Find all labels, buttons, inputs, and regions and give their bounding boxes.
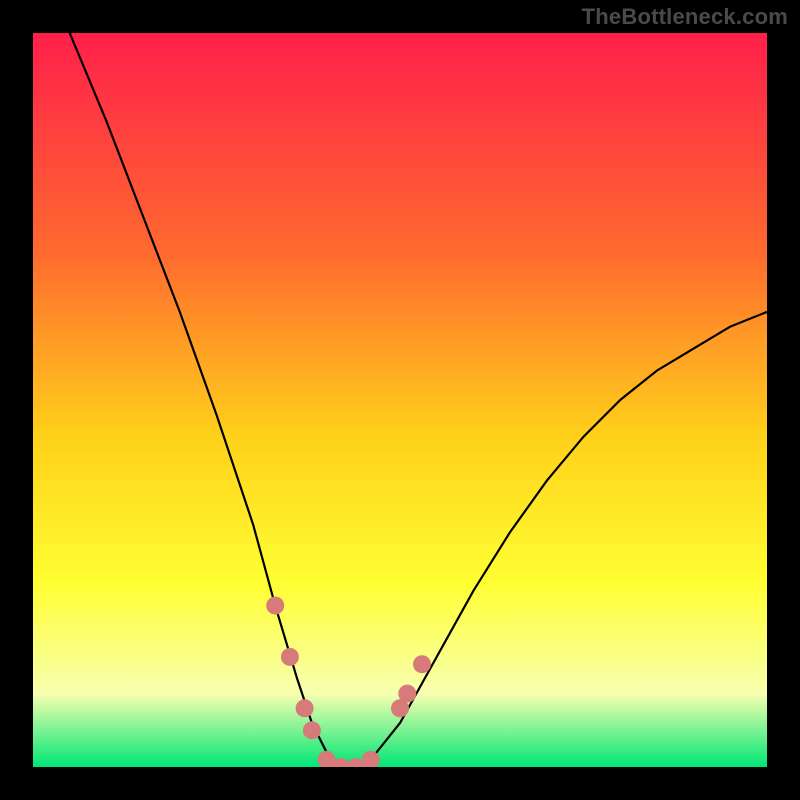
marker-dot (266, 597, 284, 615)
plot-area (33, 33, 767, 767)
chart-frame: TheBottleneck.com (0, 0, 800, 800)
marker-dot (398, 685, 416, 703)
plot-svg (33, 33, 767, 767)
marker-dot (413, 655, 431, 673)
marker-dot (296, 699, 314, 717)
marker-dot (303, 721, 321, 739)
watermark-text: TheBottleneck.com (582, 4, 788, 30)
marker-dot (281, 648, 299, 666)
gradient-background (33, 33, 767, 767)
